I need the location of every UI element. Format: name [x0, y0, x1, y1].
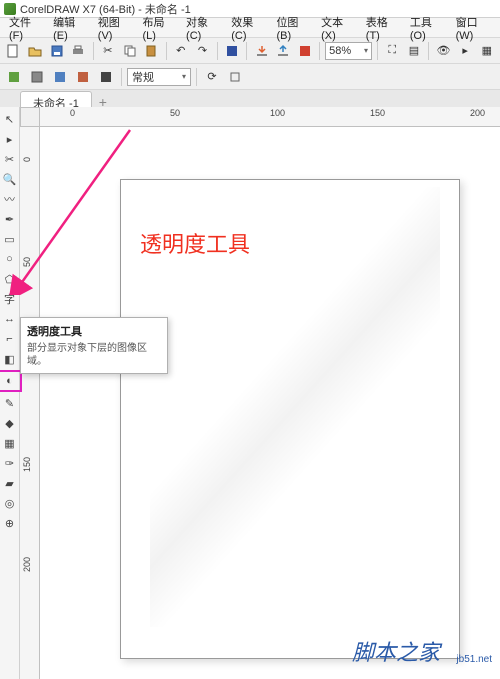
style-value: 常规 [132, 69, 154, 85]
prop-btn-3[interactable] [50, 67, 70, 87]
separator [377, 42, 378, 60]
ruler-tick-label: 100 [270, 108, 285, 118]
chevron-down-icon: ▾ [182, 72, 186, 81]
menu-effects[interactable]: 效果(C) [226, 12, 269, 44]
toolbox: ↖ ▸ ✂ 🔍 〰 ✒ ▭ ○ ⬠ 字 ↔ ⌐ ◧ ◐ ✎ ◆ ▦ ✑ ▰ ◎ ⊕ [0, 107, 20, 679]
interactive-tool[interactable]: ◎ [1, 494, 19, 512]
show-rulers-button[interactable]: ▤ [405, 41, 424, 61]
menu-text[interactable]: 文本(X) [316, 12, 359, 44]
horizontal-ruler[interactable]: 0 50 100 150 200 [40, 107, 500, 127]
ruler-tick-label: 200 [22, 557, 32, 572]
ellipse-tool[interactable]: ○ [1, 250, 19, 268]
separator [217, 42, 218, 60]
text-tool[interactable]: 字 [1, 290, 19, 308]
ruler-tick-label: 150 [370, 108, 385, 118]
separator [196, 68, 197, 86]
shape-tool[interactable]: ▸ [1, 130, 19, 148]
export-style-button[interactable] [225, 67, 245, 87]
tool-tooltip: 透明度工具 部分显示对象下层的图像区域。 [20, 317, 168, 374]
redo-button[interactable]: ↷ [193, 41, 212, 61]
tooltip-title: 透明度工具 [27, 323, 161, 339]
menu-window[interactable]: 窗口(W) [451, 12, 496, 44]
cut-button[interactable]: ✂ [99, 41, 118, 61]
vertical-ruler[interactable]: 0 50 100 150 200 [20, 127, 40, 679]
outline-pen-tool[interactable]: ✑ [1, 454, 19, 472]
tooltip-description: 部分显示对象下层的图像区域。 [27, 342, 161, 368]
prop-btn-1[interactable] [4, 67, 24, 87]
zoom-value: 58% [329, 45, 351, 57]
crop-tool[interactable]: ✂ [1, 150, 19, 168]
export-button[interactable] [274, 41, 293, 61]
menu-view[interactable]: 视图(V) [93, 12, 136, 44]
publish-pdf-button[interactable] [296, 41, 315, 61]
search-button[interactable] [223, 41, 242, 61]
app-launcher-button[interactable]: ▦ [477, 41, 496, 61]
snap-to-button[interactable]: 👁 [434, 41, 453, 61]
separator [246, 42, 247, 60]
separator [428, 42, 429, 60]
print-button[interactable] [69, 41, 88, 61]
prop-btn-2[interactable] [27, 67, 47, 87]
parallel-dim-tool[interactable]: ↔ [1, 310, 19, 328]
menu-tools[interactable]: 工具(O) [405, 12, 449, 44]
connector-tool[interactable]: ⌐ [1, 330, 19, 348]
full-screen-button[interactable]: ⛶ [383, 41, 402, 61]
ruler-tick-label: 0 [22, 157, 32, 162]
menu-table[interactable]: 表格(T) [361, 12, 403, 44]
prop-btn-5[interactable] [96, 67, 116, 87]
ruler-tick-label: 150 [22, 457, 32, 472]
ruler-tick-label: 50 [22, 257, 32, 267]
undo-button[interactable]: ↶ [171, 41, 190, 61]
quick-customize[interactable]: ⊕ [1, 514, 19, 532]
pick-tool[interactable]: ↖ [1, 110, 19, 128]
polygon-tool[interactable]: ⬠ [1, 270, 19, 288]
chevron-down-icon: ▾ [364, 46, 368, 55]
watermark-url: jb51.net [456, 654, 492, 665]
menu-file[interactable]: 文件(F) [4, 12, 46, 44]
drawing-canvas[interactable]: 透明度工具 [40, 127, 500, 679]
separator [319, 42, 320, 60]
refresh-button[interactable]: ⟳ [202, 67, 222, 87]
separator [121, 68, 122, 86]
smart-fill-tool[interactable]: ▦ [1, 434, 19, 452]
prop-btn-4[interactable] [73, 67, 93, 87]
watermark-text: 脚本之家 [352, 635, 440, 667]
artistic-media-tool[interactable]: ✒ [1, 210, 19, 228]
annotation-label: 透明度工具 [140, 227, 250, 259]
freehand-tool[interactable]: 〰 [1, 190, 19, 208]
new-button[interactable] [4, 41, 23, 61]
zoom-tool[interactable]: 🔍 [1, 170, 19, 188]
open-button[interactable] [26, 41, 45, 61]
menu-bar: 文件(F) 编辑(E) 视图(V) 布局(L) 对象(C) 效果(C) 位图(B… [0, 18, 500, 38]
import-button[interactable] [252, 41, 271, 61]
menu-bitmaps[interactable]: 位图(B) [271, 12, 314, 44]
menu-edit[interactable]: 编辑(E) [48, 12, 91, 44]
menu-object[interactable]: 对象(C) [181, 12, 224, 44]
ruler-origin[interactable] [20, 107, 40, 127]
ruler-tick-label: 50 [170, 108, 180, 118]
options-button[interactable]: ▸ [456, 41, 475, 61]
save-button[interactable] [47, 41, 66, 61]
paste-button[interactable] [142, 41, 161, 61]
separator [93, 42, 94, 60]
separator [166, 42, 167, 60]
copy-button[interactable] [120, 41, 139, 61]
fill-tool[interactable]: ▰ [1, 474, 19, 492]
property-bar: 常规 ▾ ⟳ [0, 64, 500, 90]
zoom-level[interactable]: 58% ▾ [325, 42, 372, 60]
transparency-tool[interactable]: ◐ [0, 370, 22, 392]
menu-layout[interactable]: 布局(L) [137, 12, 179, 44]
drop-shadow-tool[interactable]: ◧ [1, 350, 19, 368]
style-dropdown[interactable]: 常规 ▾ [127, 68, 191, 86]
ruler-tick-label: 0 [70, 108, 75, 118]
color-eyedropper-tool[interactable]: ✎ [1, 394, 19, 412]
ruler-tick-label: 200 [470, 108, 485, 118]
rectangle-tool[interactable]: ▭ [1, 230, 19, 248]
interactive-fill-tool[interactable]: ◆ [1, 414, 19, 432]
